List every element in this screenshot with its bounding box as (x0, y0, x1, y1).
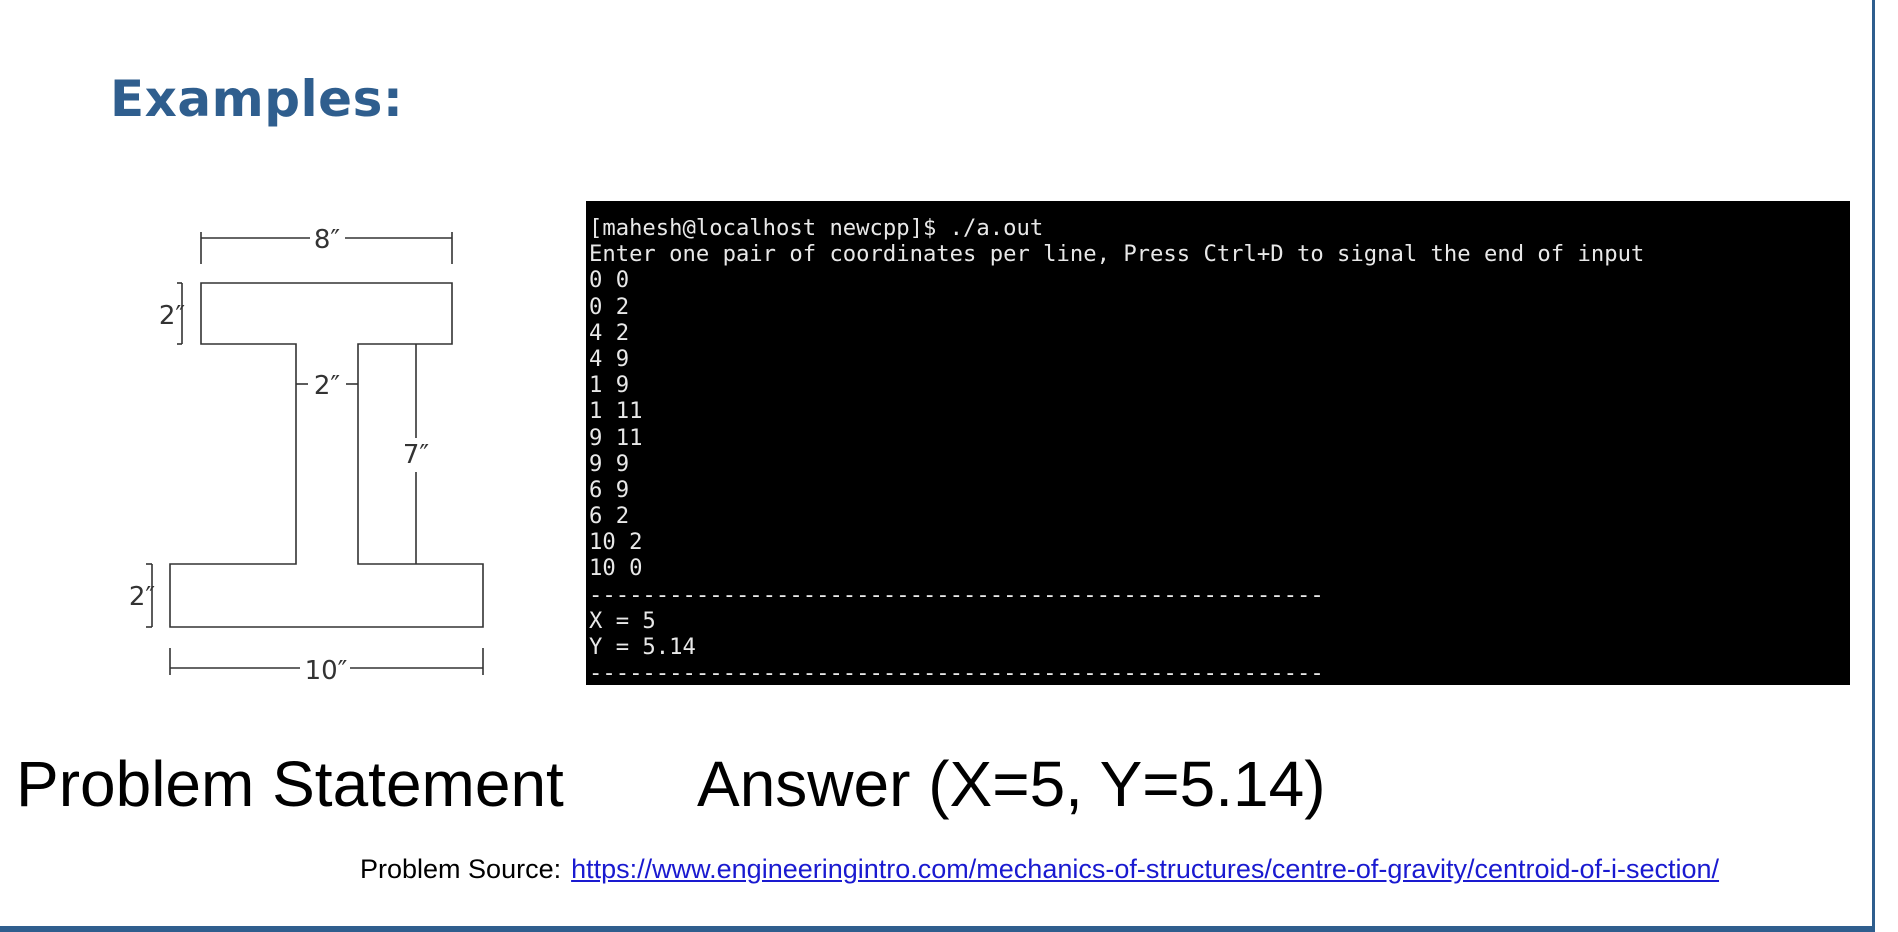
right-border (1872, 0, 1875, 932)
terminal-line: ----------------------------------------… (589, 581, 1324, 608)
answer-caption: Answer (X=5, Y=5.14) (697, 748, 1326, 820)
terminal-line: 0 0 (589, 267, 630, 294)
problem-statement-caption: Problem Statement (16, 748, 564, 820)
bottom-width-label: 10″ (305, 656, 348, 686)
source-prefix: Problem Source: (360, 854, 562, 884)
terminal-line: 1 9 (589, 372, 630, 399)
terminal-output: [mahesh@localhost newcpp]$ ./a.out Enter… (586, 201, 1850, 685)
web-height-label: 7″ (403, 440, 430, 470)
terminal-line: 9 11 (589, 424, 643, 451)
top-flange-thickness-label: 2″ (159, 301, 186, 331)
terminal-line: ----------------------------------------… (589, 660, 1324, 685)
top-width-label: 8″ (314, 225, 341, 255)
problem-source: Problem Source: https://www.engineeringin… (360, 854, 1719, 885)
bottom-border (0, 926, 1875, 932)
i-section-figure: 8″ 2″ 2″ 7″ 2″ 10″ (120, 220, 520, 695)
terminal-line: 1 11 (589, 398, 643, 425)
i-section-drawing: 8″ 2″ 2″ 7″ 2″ 10″ (129, 225, 484, 686)
terminal-line: 9 9 (589, 450, 630, 477)
terminal-line: 4 2 (589, 319, 630, 346)
terminal-line: 10 0 (589, 555, 643, 582)
terminal-line: 0 2 (589, 293, 630, 320)
slide-heading: Examples: (110, 70, 404, 128)
terminal-line: 6 9 (589, 476, 630, 503)
i-section-outline (169, 282, 484, 628)
bottom-flange-thickness-label: 2″ (129, 582, 156, 612)
terminal-line: 10 2 (589, 529, 643, 556)
terminal-line: Y = 5.14 (589, 634, 696, 660)
terminal-line: Enter one pair of coordinates per line, … (589, 241, 1645, 268)
source-link[interactable]: https://www.engineeringintro.com/mechani… (571, 854, 1719, 884)
web-width-label: 2″ (314, 371, 341, 401)
terminal-line: 4 9 (589, 345, 630, 372)
terminal-line: 6 2 (589, 503, 630, 530)
terminal-line: X = 5 (589, 607, 656, 634)
terminal-line: [mahesh@localhost newcpp]$ ./a.out (589, 215, 1044, 241)
